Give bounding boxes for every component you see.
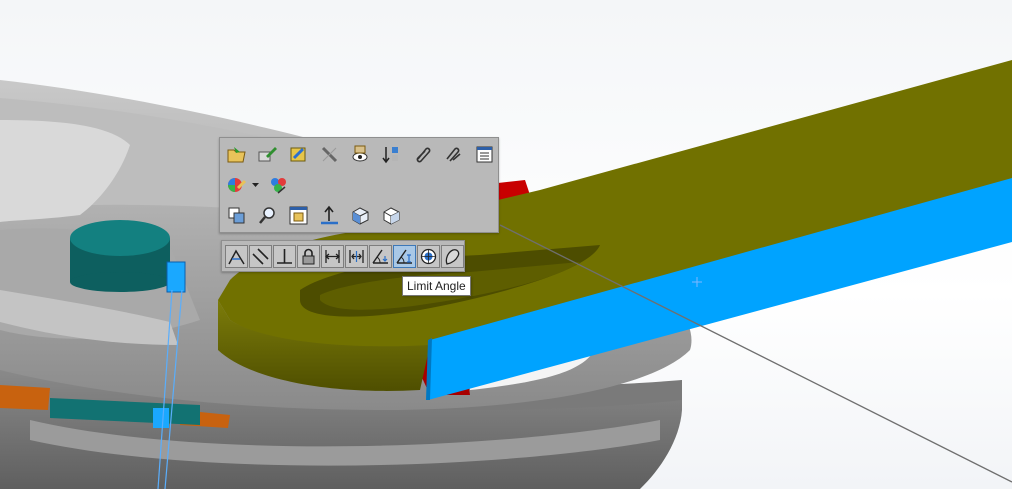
display-style-icon <box>383 207 400 225</box>
chevron-down-icon <box>252 183 259 187</box>
appearance-dropdown[interactable] <box>251 173 260 198</box>
graphics-viewport[interactable] <box>0 0 1012 489</box>
normal-to-button[interactable] <box>317 203 342 228</box>
insert-mate-icon <box>382 147 398 164</box>
open-part-button[interactable] <box>224 142 249 167</box>
distance-mate-button[interactable] <box>321 245 344 268</box>
view-orientation-button[interactable] <box>348 203 373 228</box>
normal-to-icon <box>321 205 338 225</box>
context-toolbar-row-2 <box>224 173 291 198</box>
zoom-to-selection-button[interactable] <box>255 203 280 228</box>
angle-mate-button[interactable] <box>369 245 392 268</box>
reattach-button[interactable] <box>441 142 466 167</box>
limit-distance-mate-button[interactable] <box>345 245 368 268</box>
perpendicular-icon <box>277 249 292 264</box>
view-orientation-icon <box>352 207 369 225</box>
copy-with-mates-icon <box>228 207 245 224</box>
perpendicular-mate-button[interactable] <box>273 245 296 268</box>
isolate-icon <box>352 145 368 162</box>
change-appearance-button[interactable] <box>286 142 311 167</box>
reattach-icon <box>446 147 461 162</box>
limit-angle-icon <box>396 249 412 264</box>
context-toolbar <box>219 137 499 233</box>
hide-show-button[interactable] <box>317 142 342 167</box>
concentric-icon <box>420 248 437 265</box>
hide-show-components-icon <box>321 146 338 163</box>
change-appearance-icon <box>290 147 306 162</box>
mate-toolbar-row <box>225 245 464 268</box>
distance-icon <box>324 250 341 263</box>
isolate-button[interactable] <box>348 142 373 167</box>
open-part-icon <box>227 147 246 163</box>
copy-with-mates-button[interactable] <box>224 203 249 228</box>
insert-mate-button[interactable] <box>379 142 404 167</box>
component-properties-icon <box>476 146 493 163</box>
limit-angle-tooltip: Limit Angle <box>402 276 471 296</box>
edit-part-icon <box>258 147 277 162</box>
coincident-icon <box>228 249 245 265</box>
attach-icon <box>416 147 431 163</box>
display-style-button[interactable] <box>379 203 404 228</box>
orange-component[interactable] <box>0 385 50 410</box>
concentric-mate-button[interactable] <box>417 245 440 268</box>
zoom-to-selection-icon <box>259 207 275 224</box>
context-toolbar-row-3 <box>224 203 404 228</box>
attach-button[interactable] <box>410 142 435 167</box>
limit-angle-mate-button[interactable] <box>393 245 416 268</box>
appearance-icon <box>228 178 247 192</box>
component-properties-button[interactable] <box>472 142 497 167</box>
angle-icon <box>372 249 388 264</box>
component-appearance-icon <box>271 178 286 194</box>
appearance-button[interactable] <box>224 173 249 198</box>
parallel-mate-button[interactable] <box>249 245 272 268</box>
view-mates-button[interactable] <box>286 203 311 228</box>
edit-part-button[interactable] <box>255 142 280 167</box>
parallel-icon <box>252 248 269 265</box>
selected-face[interactable] <box>166 261 186 293</box>
context-toolbar-row-1 <box>224 142 497 167</box>
limit-distance-icon <box>349 250 364 263</box>
lock-icon <box>302 248 315 265</box>
component-appearance-button[interactable] <box>266 173 291 198</box>
lock-mate-button[interactable] <box>297 245 320 268</box>
tangent-icon <box>445 249 460 265</box>
tangent-mate-button[interactable] <box>441 245 464 268</box>
mate-toolbar <box>221 240 465 272</box>
view-mates-icon <box>289 206 308 225</box>
coincident-mate-button[interactable] <box>225 245 248 268</box>
